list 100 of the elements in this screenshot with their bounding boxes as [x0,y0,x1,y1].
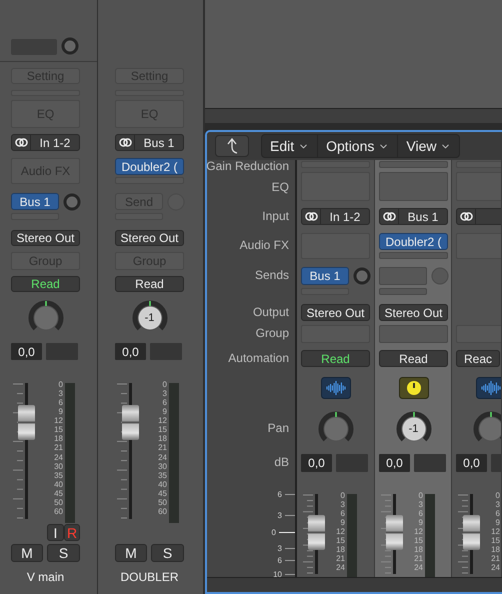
peak-display [336,454,368,472]
scale-label: 24 [157,452,167,462]
volume-value[interactable]: 0,0 [115,343,146,360]
pan-knob[interactable]: -1 [396,410,432,446]
output-button[interactable]: Stereo Out [301,304,370,321]
scale-label: 3 [418,500,423,509]
peak-display [414,454,446,472]
plugin-button[interactable]: Doubler2 ( [379,233,448,250]
send-slot[interactable] [379,267,427,285]
send-button[interactable]: Bus 1 [301,267,349,285]
scale-label: 21 [413,554,423,563]
scale-label: 6 [494,509,500,518]
volume-fader[interactable] [122,405,139,440]
automation-button[interactable]: Read [379,350,448,367]
scale-label: 15 [53,425,63,434]
scale-label: 0 [340,491,345,500]
scale-label: 60 [53,506,63,516]
scale-label: 0 [162,380,167,389]
peak-display [150,343,182,360]
volume-value[interactable]: 0,0 [301,454,332,472]
volume-value[interactable]: 0,0 [11,343,42,360]
scale-label: 40 [157,480,167,489]
menu-button[interactable]: Options [318,135,398,157]
scale-label: 24 [490,563,500,572]
mute-button[interactable]: M [115,544,147,562]
row-label: Input [262,208,289,224]
scale-label: 6 [58,398,63,408]
dial-icon[interactable] [398,377,428,399]
input-button[interactable]: In 1-2 [301,208,370,225]
channel-strip[interactable]: In 1-2 Bus 1 Stereo Out Read 0,0 0 3 6 9 12 15 18 21 24 [297,160,375,577]
output-button[interactable]: Stereo Out [379,304,448,321]
scale-label: 21 [335,554,345,563]
scale-label: 15 [490,536,500,545]
link-icon [460,212,472,221]
scale-label: 18 [53,434,63,444]
pan-knob[interactable]: -1 [132,300,168,336]
menu-button[interactable]: Edit [262,135,318,157]
scale-label: 24 [335,563,345,572]
scale-label: 9 [162,407,167,416]
link-icon [118,138,132,147]
channel-strip[interactable]: Reac 0,0 0 3 6 9 12 15 18 21 24 [452,160,502,577]
scale-label: 60 [157,506,167,516]
link-icon [304,212,318,221]
scale-label: 0 [494,491,500,500]
automation-button[interactable]: Read [301,350,370,367]
scale-label: 30 [53,462,63,471]
plugin-button[interactable]: Doubler2 ( [115,158,184,175]
output-button[interactable]: Stereo Out [115,230,184,246]
volume-value[interactable]: 0,0 [456,454,487,472]
back-button[interactable] [215,135,249,157]
send-knob[interactable] [61,37,79,55]
row-label: Audio FX [240,237,289,254]
automation-button[interactable]: Reac [456,350,500,367]
scale-label: 45 [157,488,167,498]
scale-label: 21 [490,554,500,563]
input-button[interactable]: In 1-2 [11,134,80,151]
channel-strip[interactable]: Bus 1 Doubler2 ( Stereo Out Read -1 0,0 0 3 6 9 12 15 18 21 24 [375,160,452,577]
send-button[interactable]: Bus 1 [11,193,59,210]
scale-label: 0 [58,380,63,389]
mute-button[interactable]: M [11,544,43,562]
scale-label: 40 [53,480,63,489]
scale-label: 6 [278,556,295,565]
volume-fader[interactable] [386,515,403,550]
group-slot[interactable] [379,325,448,343]
eq-slot[interactable] [379,172,448,201]
solo-button[interactable]: S [151,544,184,562]
waveform-icon[interactable] [476,377,501,399]
send-knob[interactable] [431,267,449,285]
automation-button[interactable]: Read [11,276,80,292]
send-knob[interactable] [63,192,81,210]
scale-label: 15 [335,536,345,545]
scale-label: 24 [413,563,423,572]
input-button[interactable]: Bus 1 [115,134,184,151]
scale-label: 3 [58,389,63,398]
input-monitor-button[interactable]: I [47,524,64,541]
solo-button[interactable]: S [47,544,80,562]
row-label: Gain Reduction [207,160,289,172]
volume-fader[interactable] [308,515,325,550]
output-button[interactable]: Stereo Out [11,230,80,246]
volume-value[interactable]: 0,0 [379,454,410,472]
volume-fader[interactable] [463,515,480,550]
scale-label: 18 [413,545,423,554]
scale-label: 9 [58,407,63,416]
curved-arrow-icon [225,138,239,154]
scale-label: 50 [157,498,167,507]
fx-slot[interactable] [379,252,448,259]
send-slot[interactable] [379,288,427,295]
scale-label: 3 [278,511,295,520]
input-button[interactable]: Bus 1 [379,208,448,225]
row-label: Sends [254,267,289,284]
link-icon [14,138,28,147]
send-knob[interactable] [353,267,371,285]
volume-fader[interactable] [18,405,35,440]
scale-label: 0 [418,491,423,500]
waveform-icon[interactable] [320,377,350,399]
menu-button[interactable]: View [398,135,460,157]
scale-label: 12 [53,416,63,426]
automation-button[interactable]: Read [115,276,184,292]
scale-label: 6 [162,398,167,408]
scale-label: 6 [278,490,295,499]
